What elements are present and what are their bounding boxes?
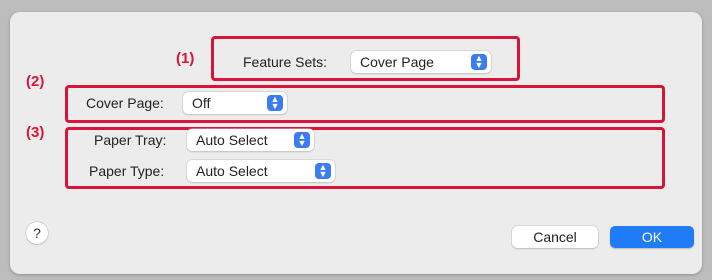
feature-sets-value: Cover Page [360,54,434,70]
cancel-button[interactable]: Cancel [512,226,598,248]
callout-2: (2) [26,73,45,90]
paper-tray-popup[interactable]: Auto Select ▲ ▼ [187,129,314,151]
paper-type-value: Auto Select [196,163,268,179]
updown-chevron-icon: ▲ ▼ [294,132,310,148]
cover-page-label: Cover Page: [86,95,164,111]
paper-type-label: Paper Type: [89,163,165,179]
cover-page-popup[interactable]: Off ▲ ▼ [183,92,287,114]
paper-type-popup[interactable]: Auto Select ▲ ▼ [187,160,335,182]
updown-chevron-icon: ▲ ▼ [315,163,331,179]
help-button[interactable]: ? [26,222,48,244]
cover-page-value: Off [192,95,211,111]
callout-3: (3) [26,124,45,141]
paper-tray-label: Paper Tray: [94,132,167,148]
feature-sets-popup[interactable]: Cover Page ▲ ▼ [351,51,491,73]
callout-1: (1) [176,50,195,67]
feature-sets-label: Feature Sets: [243,54,328,70]
paper-tray-value: Auto Select [196,132,268,148]
updown-chevron-icon: ▲ ▼ [471,54,487,70]
updown-chevron-icon: ▲ ▼ [267,95,283,111]
ok-button[interactable]: OK [610,226,694,248]
